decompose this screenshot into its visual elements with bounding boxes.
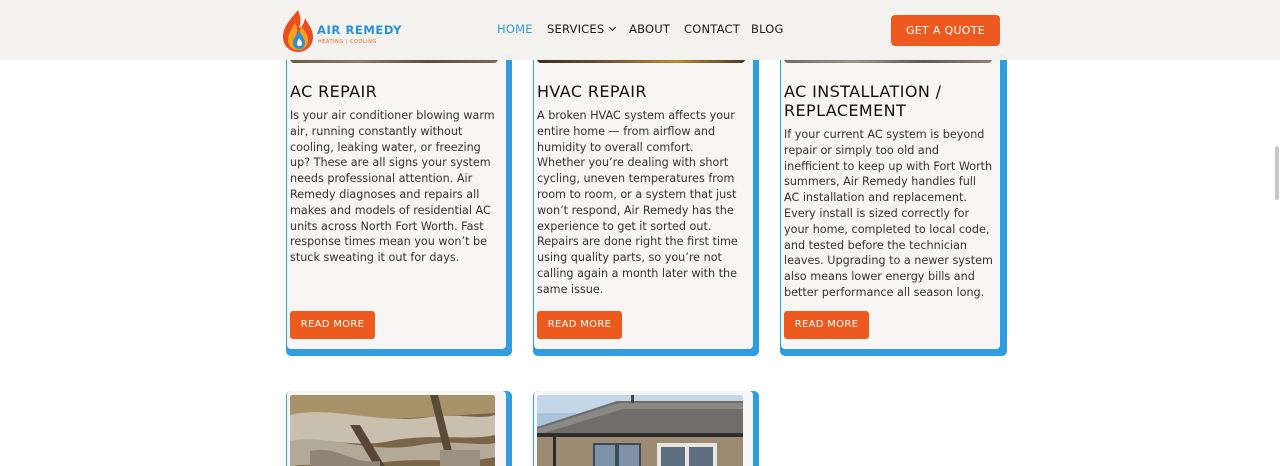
get-a-quote-button[interactable]: GET A QUOTE xyxy=(891,15,1000,46)
attic-ductwork-photo xyxy=(290,395,495,466)
service-card-ac-repair: AC REPAIR Is your air conditioner blowin… xyxy=(287,40,506,349)
logo[interactable]: AIR REMEDY HEATING | COOLING xyxy=(281,9,401,53)
nav-item-blog[interactable]: BLOG xyxy=(751,22,784,36)
read-more-button[interactable]: READ MORE xyxy=(784,311,869,339)
scrollbar[interactable] xyxy=(1275,146,1279,200)
read-more-button[interactable]: READ MORE xyxy=(290,311,375,339)
card-title: HVAC REPAIR xyxy=(537,82,647,101)
service-card-hvac-repair: HVAC REPAIR A broken HVAC system affects… xyxy=(534,40,753,349)
nav-item-about[interactable]: ABOUT xyxy=(629,22,670,36)
page: AIR REMEDY HEATING | COOLING HOME SERVIC… xyxy=(0,0,1280,466)
service-card-ductwork xyxy=(287,391,506,466)
nav-item-services[interactable]: SERVICES xyxy=(547,22,617,36)
chevron-down-icon xyxy=(609,23,617,32)
site-header: AIR REMEDY HEATING | COOLING HOME SERVIC… xyxy=(0,0,1280,60)
nav-item-services-label: SERVICES xyxy=(547,22,605,36)
service-card-residential xyxy=(534,391,753,466)
card-description: If your current AC system is beyond repa… xyxy=(784,128,993,299)
card-description: A broken HVAC system affects your entire… xyxy=(537,109,738,296)
service-card-ac-installation: AC INSTALLATION / REPLACEMENT If your cu… xyxy=(781,40,1000,349)
house-exterior-photo xyxy=(537,395,743,466)
nav-item-contact[interactable]: CONTACT xyxy=(684,22,740,36)
brand-tagline: HEATING | COOLING xyxy=(318,39,377,45)
card-title: AC REPAIR xyxy=(290,82,378,101)
card-title: AC INSTALLATION / REPLACEMENT xyxy=(784,82,942,120)
nav-item-home[interactable]: HOME xyxy=(497,22,533,36)
read-more-button[interactable]: READ MORE xyxy=(537,311,622,339)
brand-name: AIR REMEDY xyxy=(317,23,403,37)
flame-drop-logo-icon xyxy=(283,10,313,52)
card-description: Is your air conditioner blowing warm air… xyxy=(290,109,495,265)
